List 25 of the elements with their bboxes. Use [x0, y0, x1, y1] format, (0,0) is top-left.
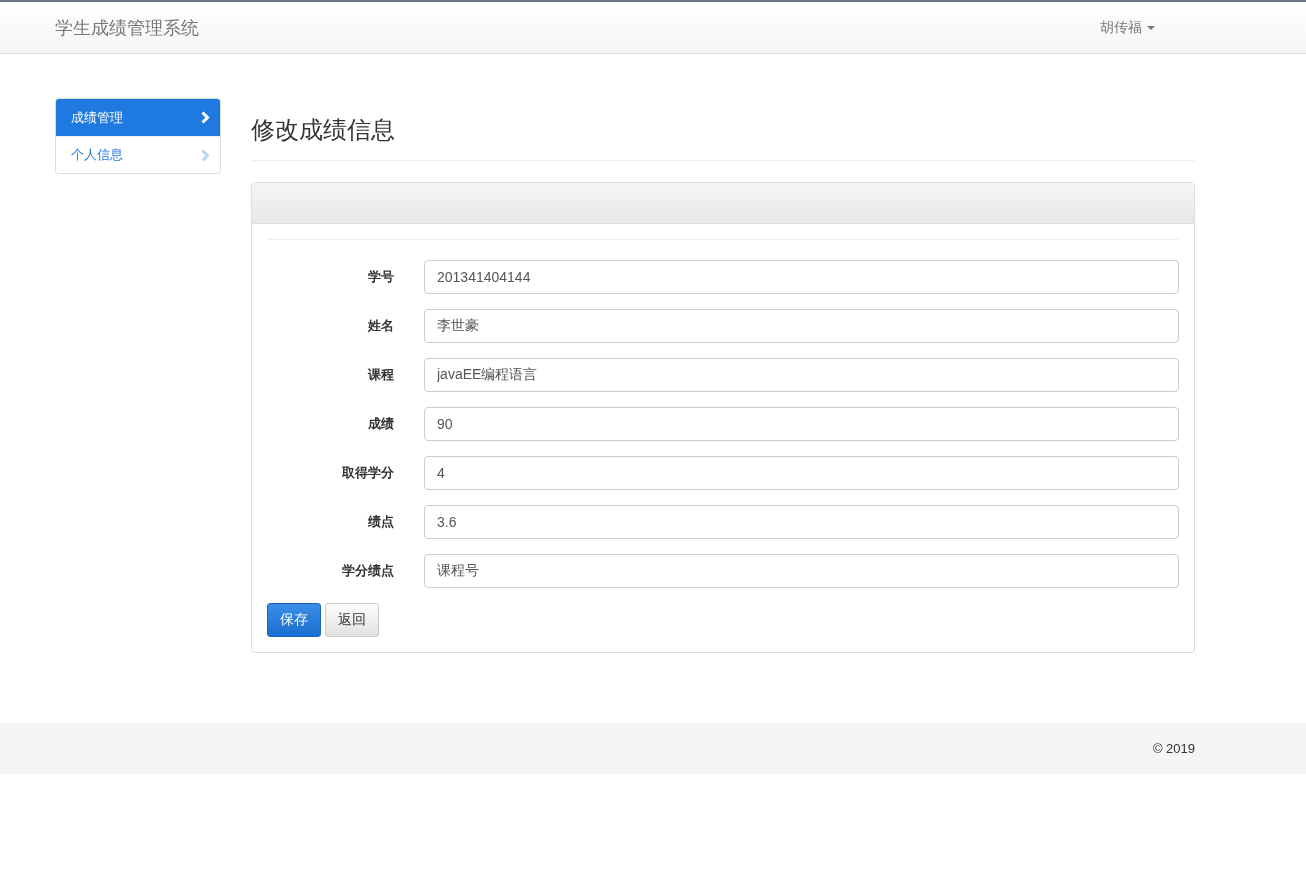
sidebar-item[interactable]: 个人信息 [56, 136, 220, 173]
field-label: 学分绩点 [341, 562, 394, 580]
field-label: 取得学分 [341, 464, 394, 482]
save-button[interactable]: 保存 [267, 603, 321, 637]
user-menu[interactable]: 胡传福 [1100, 18, 1155, 37]
field-label: 学号 [367, 268, 394, 286]
field-label: 绩点 [367, 513, 394, 531]
caret-icon [1147, 25, 1155, 30]
brand-title[interactable]: 学生成绩管理系统 [55, 15, 199, 40]
input-field[interactable]: 课程号 [424, 554, 1179, 588]
back-button[interactable]: 返回 [325, 603, 379, 637]
sidebar-item[interactable]: 成绩管理 [56, 99, 220, 136]
input-field[interactable]: 201341404144 [424, 260, 1179, 294]
page-title: 修改成绩信息 [251, 114, 1195, 161]
chevron-right-icon [201, 111, 210, 124]
input-field[interactable]: 4 [424, 456, 1179, 490]
copyright-text: © 2019 [1152, 741, 1195, 756]
field-label: 姓名 [367, 317, 394, 335]
input-field[interactable]: javaEE编程语言 [424, 358, 1179, 392]
input-field[interactable]: 90 [424, 407, 1179, 441]
chevron-right-icon [201, 148, 210, 162]
field-label: 成绩 [367, 415, 394, 433]
input-field[interactable]: 李世豪 [424, 309, 1179, 343]
field-label: 课程 [366, 366, 394, 384]
input-field[interactable]: 3.6 [424, 505, 1179, 539]
